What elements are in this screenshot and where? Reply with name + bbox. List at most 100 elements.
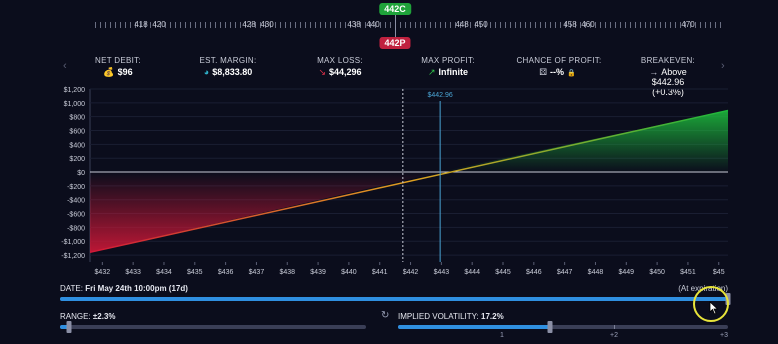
arrow-down-icon: ↘ xyxy=(318,67,326,77)
x-tick-label: $435 xyxy=(187,269,203,276)
stat-label: NET DEBIT: xyxy=(95,56,141,65)
coins-icon: 💰 xyxy=(103,67,115,77)
x-tick-label: $441 xyxy=(372,269,388,276)
y-tick-label: -$800 xyxy=(67,225,85,232)
x-tick-label: $432 xyxy=(95,269,111,276)
y-tick-label: $800 xyxy=(69,115,85,122)
mouse-cursor-icon xyxy=(709,301,719,315)
strike-label[interactable]: 448 xyxy=(455,20,468,29)
strike-label[interactable]: 430 xyxy=(260,20,273,29)
stat-est-margin: EST. MARGIN: ◕ $8,833.80 xyxy=(200,56,257,77)
strike-label[interactable]: 470 xyxy=(681,20,694,29)
y-tick-label: -$200 xyxy=(67,184,85,191)
range-value: ±2.3% xyxy=(92,312,116,321)
iv-slider-fill xyxy=(398,325,550,329)
iv-tick-label: +3 xyxy=(720,332,728,339)
stat-label: MAX PROFIT: xyxy=(421,56,475,65)
y-tick-label: $0 xyxy=(77,170,85,177)
stat-label: CHANCE OF PROFIT: xyxy=(516,56,602,65)
iv-tick-label: +2 xyxy=(610,332,618,339)
iv-slider-thumb[interactable] xyxy=(547,321,553,333)
stat-label: BREAKEVEN: xyxy=(640,56,696,65)
stat-max-loss: MAX LOSS: ↘ $44,296 xyxy=(317,56,363,78)
y-tick-label: -$400 xyxy=(67,198,85,205)
x-tick-label: $438 xyxy=(279,269,295,276)
stat-label: EST. MARGIN: xyxy=(199,56,257,65)
strike-selector[interactable]: 418 420 428 430 438 440 448 450 458 460 … xyxy=(0,0,778,54)
stat-max-profit: MAX PROFIT: ↗ Infinite xyxy=(421,56,475,78)
y-tick-label: $1,000 xyxy=(64,101,86,108)
date-row: DATE: Fri May 24th 10:00pm (17d) (At exp… xyxy=(60,284,728,293)
y-tick-label: -$1,200 xyxy=(61,253,85,260)
x-tick-label: $434 xyxy=(156,269,172,276)
stat-net-debit: NET DEBIT: 💰 $96 xyxy=(95,56,141,78)
date-label: DATE: xyxy=(60,284,83,293)
x-tick-label: $451 xyxy=(680,269,696,276)
strike-label[interactable]: 458 xyxy=(563,20,576,29)
strike-label[interactable]: 450 xyxy=(474,20,487,29)
lock-icon[interactable]: 🔒 xyxy=(567,70,576,77)
strike-label[interactable]: 418 xyxy=(134,20,147,29)
y-tick-label: -$1,000 xyxy=(61,239,85,246)
globe-icon: ◕ xyxy=(203,67,210,77)
x-tick-label: $433 xyxy=(125,269,141,276)
stat-value: $44,296 xyxy=(328,67,362,77)
y-tick-label: $600 xyxy=(69,129,85,136)
x-tick-label: $448 xyxy=(588,269,604,276)
stat-label: MAX LOSS: xyxy=(317,56,363,65)
strike-ticks xyxy=(95,22,725,28)
stats-bar: NET DEBIT: 💰 $96 EST. MARGIN: ◕ $8,833.80 … xyxy=(60,56,720,97)
dice-icon: ⚄ xyxy=(539,67,548,77)
x-tick-label: $444 xyxy=(464,269,480,276)
date-slider[interactable] xyxy=(60,293,731,305)
x-tick-label: $443 xyxy=(434,269,450,276)
iv-value: 17.2% xyxy=(481,312,504,321)
stat-value: Infinite xyxy=(438,67,469,77)
strike-label[interactable]: 440 xyxy=(366,20,379,29)
y-tick-label: $1,200 xyxy=(64,87,86,94)
x-tick-label: $450 xyxy=(649,269,665,276)
put-leg-badge[interactable]: 442P xyxy=(379,37,411,49)
arrow-right-icon: → xyxy=(649,67,659,77)
x-tick-label: $440 xyxy=(341,269,357,276)
date-slider-fill xyxy=(60,297,728,301)
range-slider[interactable] xyxy=(60,321,366,333)
iv-slider[interactable] xyxy=(398,321,728,333)
current-price-label: $442.96 xyxy=(427,92,452,99)
strike-label[interactable]: 460 xyxy=(581,20,594,29)
y-tick-label: $400 xyxy=(69,142,85,149)
pnl-chart[interactable]: $1,200 $1,000 $800 $600 $400 $200 $0 -$200 -$400… xyxy=(0,84,778,284)
iv-tick-mark xyxy=(614,325,615,329)
strike-label[interactable]: 438 xyxy=(347,20,360,29)
x-tick-label: $437 xyxy=(249,269,265,276)
range-slider-thumb[interactable] xyxy=(66,321,72,333)
x-tick-label: $445 xyxy=(495,269,511,276)
x-tick-label: $45 xyxy=(713,269,725,276)
x-tick-label: $439 xyxy=(310,269,326,276)
x-tick-label: $447 xyxy=(557,269,573,276)
stat-value: --% xyxy=(550,67,565,77)
iv-row: IMPLIED VOLATILITY: 17.2% xyxy=(398,312,504,321)
iv-label: IMPLIED VOLATILITY: xyxy=(398,312,479,321)
range-label: RANGE: xyxy=(60,312,91,321)
pnl-chart-svg: $1,200 $1,000 $800 $600 $400 $200 $0 -$200 -$400… xyxy=(61,87,729,276)
stat-value: $96 xyxy=(117,67,133,77)
y-tick-label: -$600 xyxy=(67,212,85,219)
selected-strike-line xyxy=(395,15,396,37)
x-tick-label: $442 xyxy=(403,269,419,276)
iv-tick-label: 1 xyxy=(500,332,504,339)
stat-chance-of-profit: CHANCE OF PROFIT: ⚄ --% 🔒 xyxy=(516,56,601,78)
x-tick-label: $436 xyxy=(218,269,234,276)
range-row: RANGE: ±2.3% xyxy=(60,312,116,321)
call-leg-badge[interactable]: 442C xyxy=(379,3,411,15)
x-tick-label: $446 xyxy=(526,269,542,276)
chevron-right-icon[interactable]: › xyxy=(721,60,725,72)
x-tick-label: $449 xyxy=(619,269,635,276)
strike-label[interactable]: 420 xyxy=(152,20,165,29)
arrow-up-icon: ↗ xyxy=(427,67,436,77)
y-tick-label: $200 xyxy=(69,156,85,163)
stat-value: $8,833.80 xyxy=(212,67,253,77)
date-value: Fri May 24th 10:00pm (17d) xyxy=(85,284,188,293)
strike-label[interactable]: 428 xyxy=(242,20,255,29)
reset-icon[interactable]: ↻ xyxy=(381,310,389,321)
